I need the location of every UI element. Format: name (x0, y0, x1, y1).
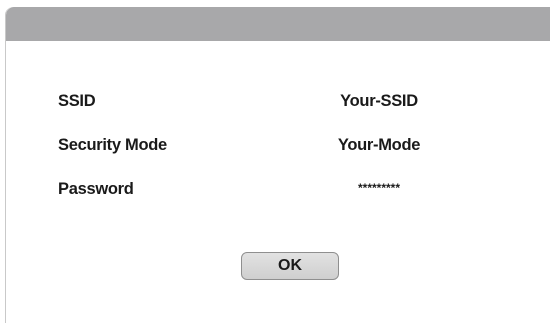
security-mode-label: Security Mode (58, 136, 167, 154)
dialog-title-bar (6, 7, 550, 41)
password-value: ********* (357, 181, 401, 195)
security-mode-value: Your-Mode (337, 136, 421, 154)
password-label: Password (58, 180, 134, 198)
wifi-settings-dialog: SSID Your-SSID Security Mode Your-Mode P… (5, 7, 550, 323)
ssid-value: Your-SSID (340, 92, 418, 110)
ok-button[interactable]: OK (241, 252, 339, 280)
ssid-label: SSID (58, 92, 96, 110)
